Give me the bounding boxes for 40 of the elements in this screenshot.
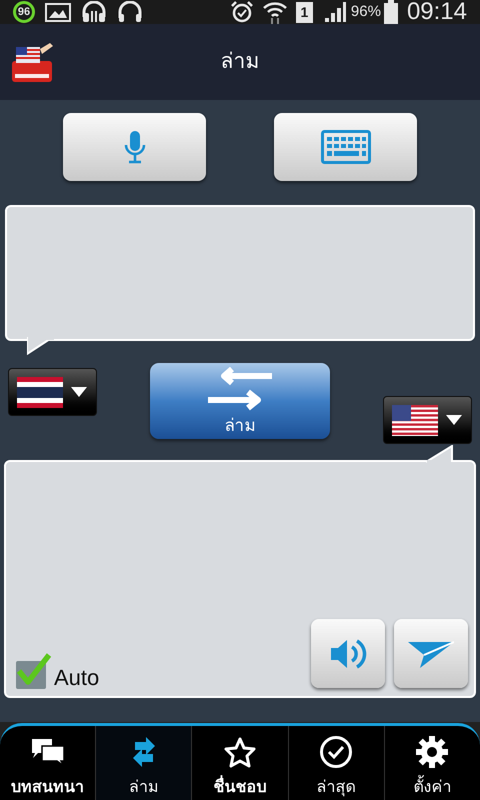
swap-languages-button[interactable]: ล่าม	[150, 363, 330, 439]
input-text-area[interactable]	[5, 205, 475, 341]
tab[interactable]: ล่าสุด	[288, 726, 384, 800]
app-logo-icon[interactable]	[12, 41, 54, 83]
settings-icon	[415, 735, 450, 769]
star-icon	[223, 736, 257, 768]
keyboard-button[interactable]	[274, 113, 417, 181]
send-icon	[408, 638, 454, 668]
alarm-icon	[230, 0, 254, 24]
send-button[interactable]	[394, 619, 468, 688]
auto-label: Auto	[54, 667, 100, 689]
check-circle-icon	[319, 735, 354, 769]
battery-icon	[384, 0, 398, 24]
speech-bubble-tail	[27, 337, 57, 355]
auto-checkbox[interactable]	[14, 651, 52, 689]
battery-percent: 96%	[350, 2, 381, 22]
tab[interactable]: ตั้งค่า	[384, 726, 480, 800]
target-language-dropdown[interactable]	[383, 396, 472, 444]
caret-icon	[71, 386, 87, 398]
tab[interactable]: ชื่นชอบ	[191, 726, 288, 800]
caret-icon	[446, 414, 462, 426]
swap-arrows-icon	[130, 736, 157, 768]
headphones-icon	[117, 1, 143, 23]
wifi-icon	[262, 0, 288, 24]
source-language-dropdown[interactable]	[8, 368, 97, 416]
signal-icon	[322, 1, 347, 23]
image-icon	[45, 2, 71, 22]
speak-button[interactable]	[311, 619, 385, 688]
keyboard-icon	[320, 130, 370, 164]
microphone-icon	[122, 129, 146, 165]
flag-icon	[17, 376, 63, 408]
screen-title: ล่าม	[220, 49, 260, 76]
microphone-button[interactable]	[63, 113, 206, 181]
clock: 09:14	[406, 0, 467, 24]
swap-arrows-icon	[206, 367, 274, 413]
sim-card-icon: 1	[296, 2, 313, 22]
headphones-icon	[81, 1, 107, 23]
tab[interactable]: ล่าม	[95, 726, 192, 800]
tab[interactable]: บทสนทนา	[0, 726, 96, 800]
flag-icon	[392, 404, 438, 436]
